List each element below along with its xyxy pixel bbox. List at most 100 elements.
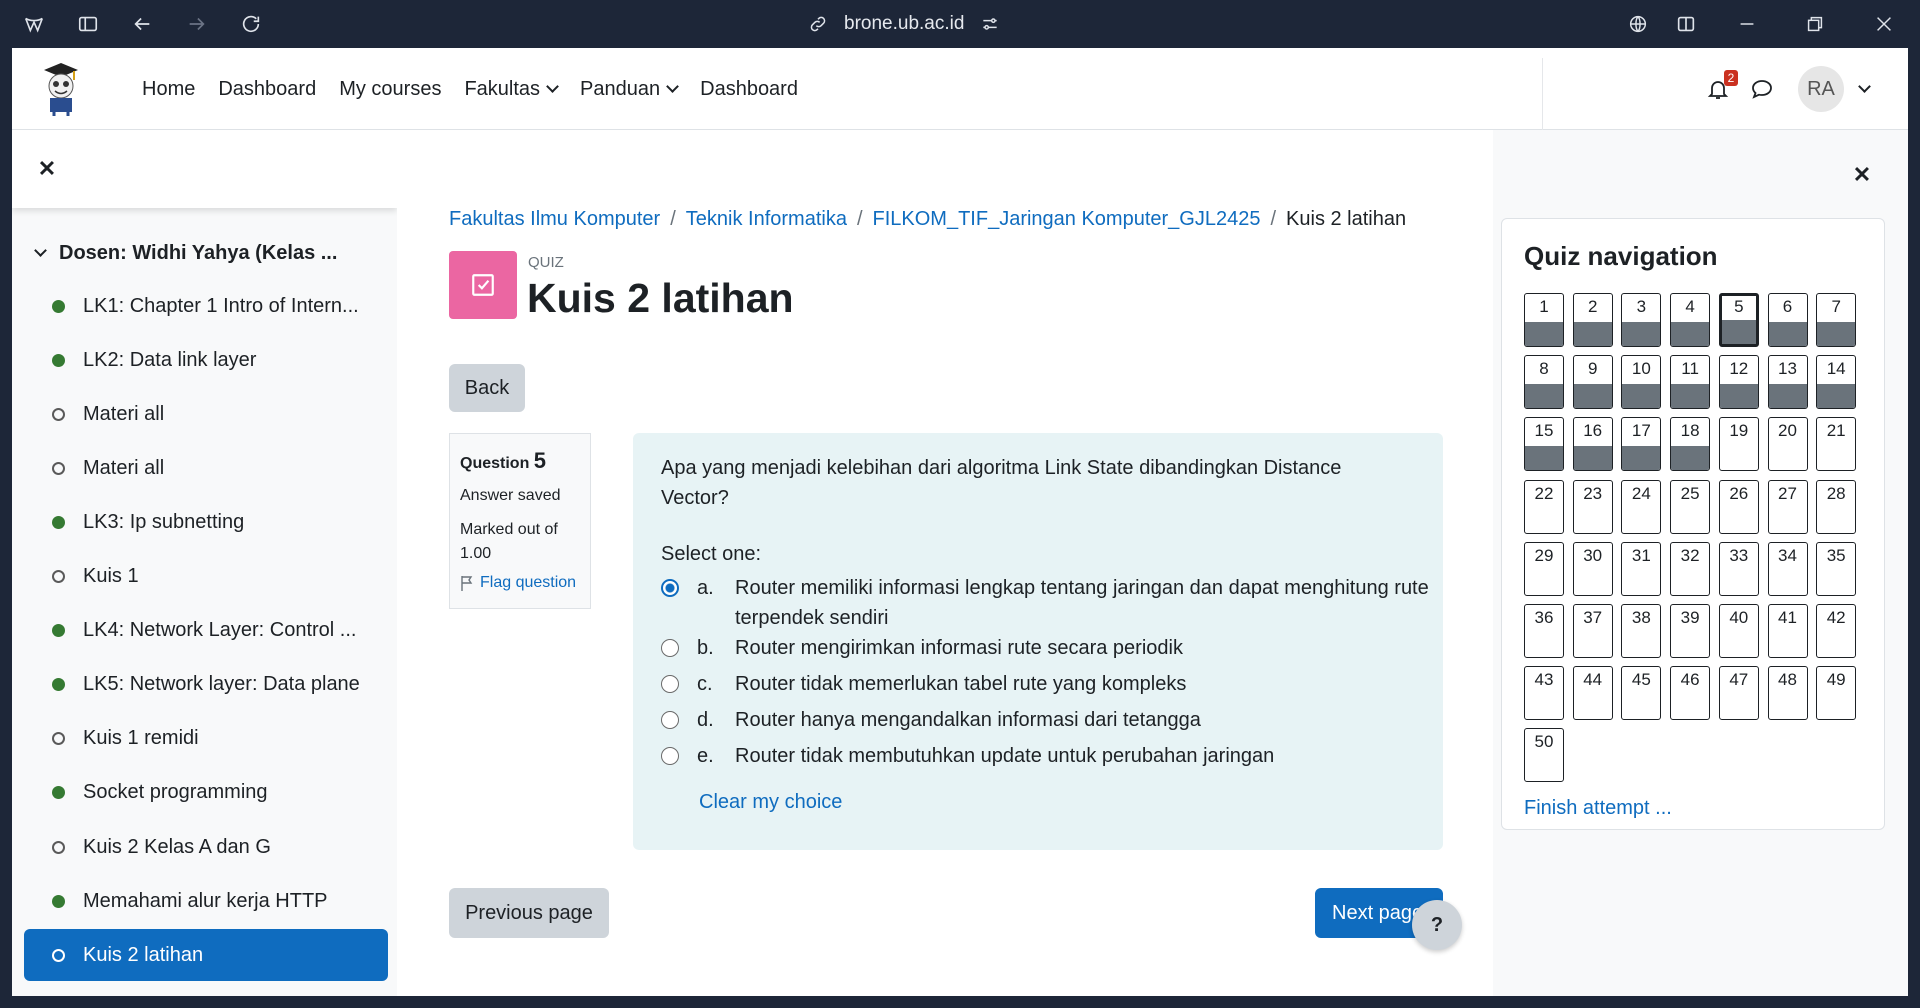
sidebar-item[interactable]: LK2: Data link layer [24,334,388,386]
quiz-nav-question-button[interactable]: 34 [1767,541,1808,596]
quiz-nav-question-button[interactable]: 21 [1816,417,1857,472]
quiz-nav-question-button[interactable]: 50 [1524,728,1564,783]
quiz-nav-question-button[interactable]: 37 [1572,604,1613,658]
close-drawer-icon[interactable]: ✕ [36,156,58,181]
user-menu-chevron-icon[interactable] [1858,80,1871,93]
site-logo[interactable] [38,58,84,116]
user-avatar[interactable]: RA [1798,66,1844,112]
nav-dashboard-2[interactable]: Dashboard [700,78,798,101]
quiz-nav-question-button[interactable]: 45 [1621,666,1662,721]
quiz-nav-question-button[interactable]: 4 [1670,293,1711,347]
quiz-nav-question-button[interactable]: 22 [1524,479,1564,534]
quiz-nav-question-button[interactable]: 3 [1621,293,1662,347]
close-quiz-nav-icon[interactable]: ✕ [1851,162,1873,187]
quiz-nav-question-button[interactable]: 41 [1767,604,1808,658]
sidebar-item[interactable]: Materi all [24,442,388,494]
quiz-nav-question-button[interactable]: 6 [1767,293,1808,347]
quiz-nav-question-button[interactable]: 31 [1621,541,1662,596]
quiz-nav-question-button[interactable]: 43 [1524,666,1564,721]
quiz-nav-question-button[interactable]: 40 [1718,604,1759,658]
clear-choice-link[interactable]: Clear my choice [699,791,842,814]
sidebar-item[interactable]: LK5: Network layer: Data plane [24,659,388,711]
quiz-nav-question-button[interactable]: 12 [1718,355,1759,410]
breadcrumb-faculty[interactable]: Fakultas Ilmu Komputer [449,208,660,231]
quiz-nav-question-button[interactable]: 23 [1572,479,1613,534]
quiz-nav-question-button[interactable]: 28 [1816,479,1857,534]
previous-page-button[interactable]: Previous page [449,888,609,938]
quiz-nav-question-button[interactable]: 5 [1718,293,1759,347]
forward-arrow-icon[interactable] [185,12,209,36]
quiz-nav-question-button[interactable]: 26 [1718,479,1759,534]
quiz-nav-question-button[interactable]: 8 [1524,355,1564,410]
address-bar[interactable]: brone.ub.ac.id [808,11,1000,37]
answer-option[interactable]: b. Router mengirimkan informasi rute seca… [661,633,1435,663]
quiz-nav-question-button[interactable]: 48 [1767,666,1808,721]
back-button[interactable]: Back [449,364,525,412]
quiz-nav-question-button[interactable]: 11 [1670,355,1711,410]
answer-radio[interactable] [661,639,679,657]
reload-icon[interactable] [239,12,263,36]
split-view-icon[interactable] [1674,12,1698,36]
quiz-nav-question-button[interactable]: 20 [1767,417,1808,472]
sidebar-item[interactable]: Materi all [24,388,388,440]
sidebar-toggle-icon[interactable] [76,12,100,36]
quiz-nav-question-button[interactable]: 49 [1816,666,1857,721]
nav-home[interactable]: Home [142,78,195,101]
flag-question-link[interactable]: Flag question [460,574,580,592]
site-settings-icon[interactable] [980,14,1000,34]
quiz-nav-question-button[interactable]: 36 [1524,604,1564,658]
nav-fakultas-dropdown[interactable]: Fakultas [464,78,557,101]
sidebar-item[interactable]: Kuis 1 [24,551,388,603]
quiz-nav-question-button[interactable]: 19 [1718,417,1759,472]
answer-option[interactable]: c. Router tidak memerlukan tabel rute yan… [661,669,1435,699]
course-section-header[interactable]: Dosen: Widhi Yahya (Kelas ... [34,242,337,265]
restore-icon[interactable] [1803,12,1827,36]
messages-icon[interactable] [1750,78,1774,100]
nav-dashboard[interactable]: Dashboard [218,78,316,101]
minimize-icon[interactable] [1735,12,1759,36]
sidebar-item[interactable]: Kuis 1 remidi [24,713,388,765]
close-window-icon[interactable] [1872,12,1896,36]
quiz-nav-question-button[interactable]: 33 [1718,541,1759,596]
quiz-nav-question-button[interactable]: 39 [1670,604,1711,658]
quiz-nav-question-button[interactable]: 35 [1816,541,1857,596]
quiz-nav-question-button[interactable]: 17 [1621,417,1662,472]
finish-attempt-link[interactable]: Finish attempt ... [1524,797,1672,820]
quiz-nav-question-button[interactable]: 27 [1767,479,1808,534]
quiz-nav-question-button[interactable]: 13 [1767,355,1808,410]
answer-option[interactable]: d. Router hanya mengandalkan informasi da… [661,705,1435,735]
quiz-nav-question-button[interactable]: 42 [1816,604,1857,658]
browser-logo-icon[interactable] [22,12,46,36]
quiz-nav-question-button[interactable]: 47 [1718,666,1759,721]
quiz-nav-question-button[interactable]: 15 [1524,417,1564,472]
nav-my-courses[interactable]: My courses [339,78,441,101]
quiz-nav-question-button[interactable]: 1 [1524,293,1564,347]
quiz-nav-question-button[interactable]: 16 [1572,417,1613,472]
quiz-nav-question-button[interactable]: 7 [1816,293,1857,347]
answer-radio[interactable] [661,675,679,693]
breadcrumb-department[interactable]: Teknik Informatika [686,208,847,231]
quiz-nav-question-button[interactable]: 9 [1572,355,1613,410]
answer-radio[interactable] [661,747,679,765]
sidebar-item[interactable]: LK4: Network Layer: Control ... [24,605,388,657]
sidebar-item[interactable]: Socket programming [24,767,388,819]
quiz-nav-question-button[interactable]: 30 [1572,541,1613,596]
globe-icon[interactable] [1626,12,1650,36]
answer-option[interactable]: e. Router tidak membutuhkan update untuk … [661,741,1435,771]
quiz-nav-question-button[interactable]: 46 [1670,666,1711,721]
sidebar-item[interactable]: Kuis 2 Kelas A dan G [24,821,388,873]
sidebar-item[interactable]: Memahami alur kerja HTTP [24,875,388,927]
answer-radio[interactable] [661,711,679,729]
help-button[interactable]: ? [1412,900,1462,950]
quiz-nav-question-button[interactable]: 29 [1524,541,1564,596]
sidebar-item[interactable]: LK3: Ip subnetting [24,496,388,548]
sidebar-item[interactable]: Kuis 2 latihan [24,929,388,982]
quiz-nav-question-button[interactable]: 2 [1572,293,1613,347]
quiz-nav-question-button[interactable]: 10 [1621,355,1662,410]
quiz-nav-question-button[interactable]: 32 [1670,541,1711,596]
quiz-nav-question-button[interactable]: 44 [1572,666,1613,721]
quiz-nav-question-button[interactable]: 18 [1670,417,1711,472]
quiz-nav-question-button[interactable]: 38 [1621,604,1662,658]
back-arrow-icon[interactable] [130,12,154,36]
answer-radio[interactable] [661,579,679,597]
